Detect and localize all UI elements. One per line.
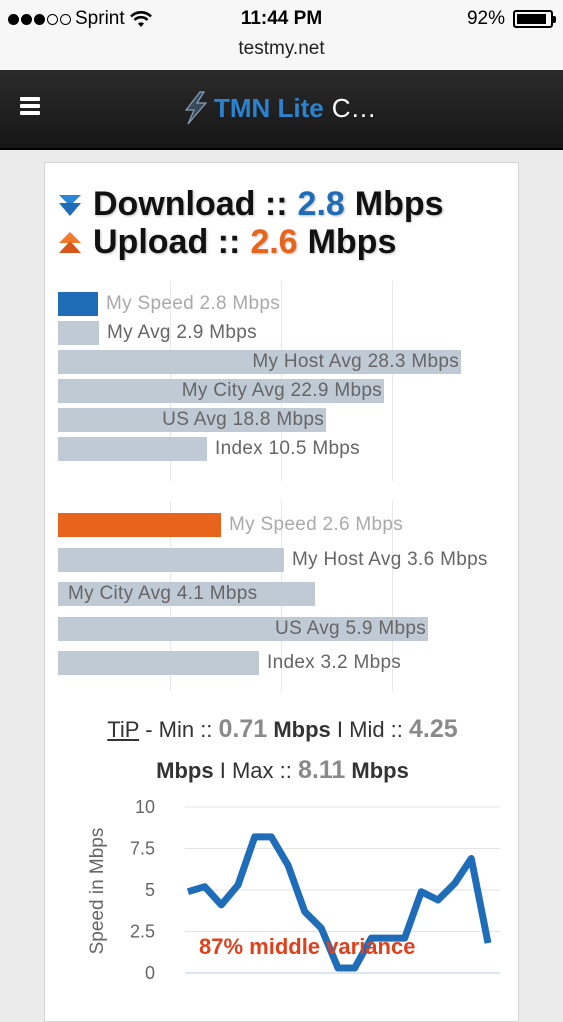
variance-annotation: 87% middle variance [199, 934, 415, 959]
bar-row: My Host Avg 3.6 Mbps [58, 548, 498, 572]
tip-link[interactable]: TiP [107, 717, 139, 742]
bar-label: My City Avg 4.1 Mbps [68, 583, 258, 604]
bar-row: My Speed 2.6 Mbps [58, 513, 498, 537]
bar-label: Index 10.5 Mbps [215, 438, 360, 459]
address-bar[interactable]: testmy.net [0, 36, 563, 70]
tip-summary: TiP - Min :: 0.71 Mbps I Mid :: 4.25 Mbp… [45, 709, 520, 791]
y-tick-label: 10 [135, 797, 155, 817]
bar-label: US Avg 5.9 Mbps [275, 618, 426, 639]
y-tick-label: 5 [145, 880, 155, 900]
battery-icon [513, 10, 556, 28]
bar-row: My City Avg 4.1 Mbps [58, 582, 498, 606]
bar-label: My Speed 2.6 Mbps [229, 514, 404, 535]
tip-mid-value: 4.25 [409, 715, 458, 743]
bar-label: My Host Avg 28.3 Mbps [252, 351, 459, 372]
upload-comparison-chart: My Speed 2.6 Mbps My Host Avg 3.6 Mbps My … [58, 501, 498, 691]
bar-row: My Speed 2.8 Mbps [58, 292, 498, 316]
y-tick-label: 0 [145, 963, 155, 983]
y-tick-label: 7.5 [130, 839, 155, 859]
bar-row: Index 3.2 Mbps [58, 651, 498, 675]
battery-status: 92% [466, 8, 556, 30]
tip-min-unit: Mbps [273, 717, 331, 742]
bar-row: My City Avg 22.9 Mbps [58, 379, 498, 403]
url-text[interactable]: testmy.net [238, 38, 324, 59]
bar-row: My Avg 2.9 Mbps [58, 321, 498, 345]
results-card: Download :: 2.8 Mbps Upload :: 2.6 Mbps … [44, 162, 519, 1022]
upload-value: 2.6 [250, 223, 298, 261]
lightning-bolt-icon [184, 91, 208, 125]
bar [58, 513, 221, 537]
battery-percent: 92% [466, 8, 505, 29]
site-logo[interactable]: TMN Lite C… [178, 90, 377, 126]
site-header: TMN Lite C… [0, 70, 563, 150]
download-value: 2.8 [297, 185, 345, 223]
y-axis-label: Speed in Mbps [87, 828, 108, 955]
bar-label: My Host Avg 3.6 Mbps [292, 549, 488, 570]
bar-row: My Host Avg 28.3 Mbps [58, 350, 498, 374]
tip-max-unit: Mbps [351, 758, 409, 783]
bar-label: Index 3.2 Mbps [267, 652, 402, 673]
bar-row: US Avg 18.8 Mbps [58, 408, 498, 432]
y-tick-label: 2.5 [130, 922, 155, 942]
bar-label: My Speed 2.8 Mbps [106, 293, 281, 314]
bar-label: My City Avg 22.9 Mbps [181, 380, 382, 401]
upload-label: Upload :: [93, 223, 241, 261]
bar [58, 651, 259, 675]
bar [58, 548, 284, 572]
upload-unit: Mbps [307, 223, 397, 261]
download-label: Download :: [93, 185, 288, 223]
upload-arrow-icon [59, 231, 81, 253]
upload-result: Upload :: 2.6 Mbps [57, 223, 396, 262]
status-bar: Sprint 11:44 PM 92% [0, 0, 563, 36]
speed-line-chart: 10 7.5 5 2.5 0 Speed in Mbps 87% middle varian… [87, 797, 500, 983]
bar [58, 321, 99, 345]
bar-row: Index 10.5 Mbps [58, 437, 498, 461]
bar [58, 292, 98, 316]
brand-suffix: C… [331, 92, 377, 123]
bar [58, 437, 207, 461]
hamburger-menu-icon[interactable] [20, 97, 40, 115]
bar-label: My Avg 2.9 Mbps [107, 322, 257, 343]
bar-label: US Avg 18.8 Mbps [162, 409, 324, 430]
tip-min-value: 0.71 [218, 715, 268, 743]
download-comparison-chart: My Speed 2.8 Mbps My Avg 2.9 Mbps My Host … [58, 281, 498, 481]
tip-mid-label: I Mid :: [330, 717, 410, 742]
download-result: Download :: 2.8 Mbps [57, 185, 444, 224]
download-unit: Mbps [354, 185, 444, 223]
bar-row: US Avg 5.9 Mbps [58, 617, 498, 641]
tip-max-value: 8.11 [297, 756, 346, 784]
tip-max-label: I Max :: [213, 758, 298, 783]
brand-name: TMN Lite [214, 92, 324, 123]
tip-mid-unit: Mbps [156, 758, 214, 783]
download-arrow-icon [59, 194, 81, 216]
tip-min-label: - Min :: [139, 717, 219, 742]
